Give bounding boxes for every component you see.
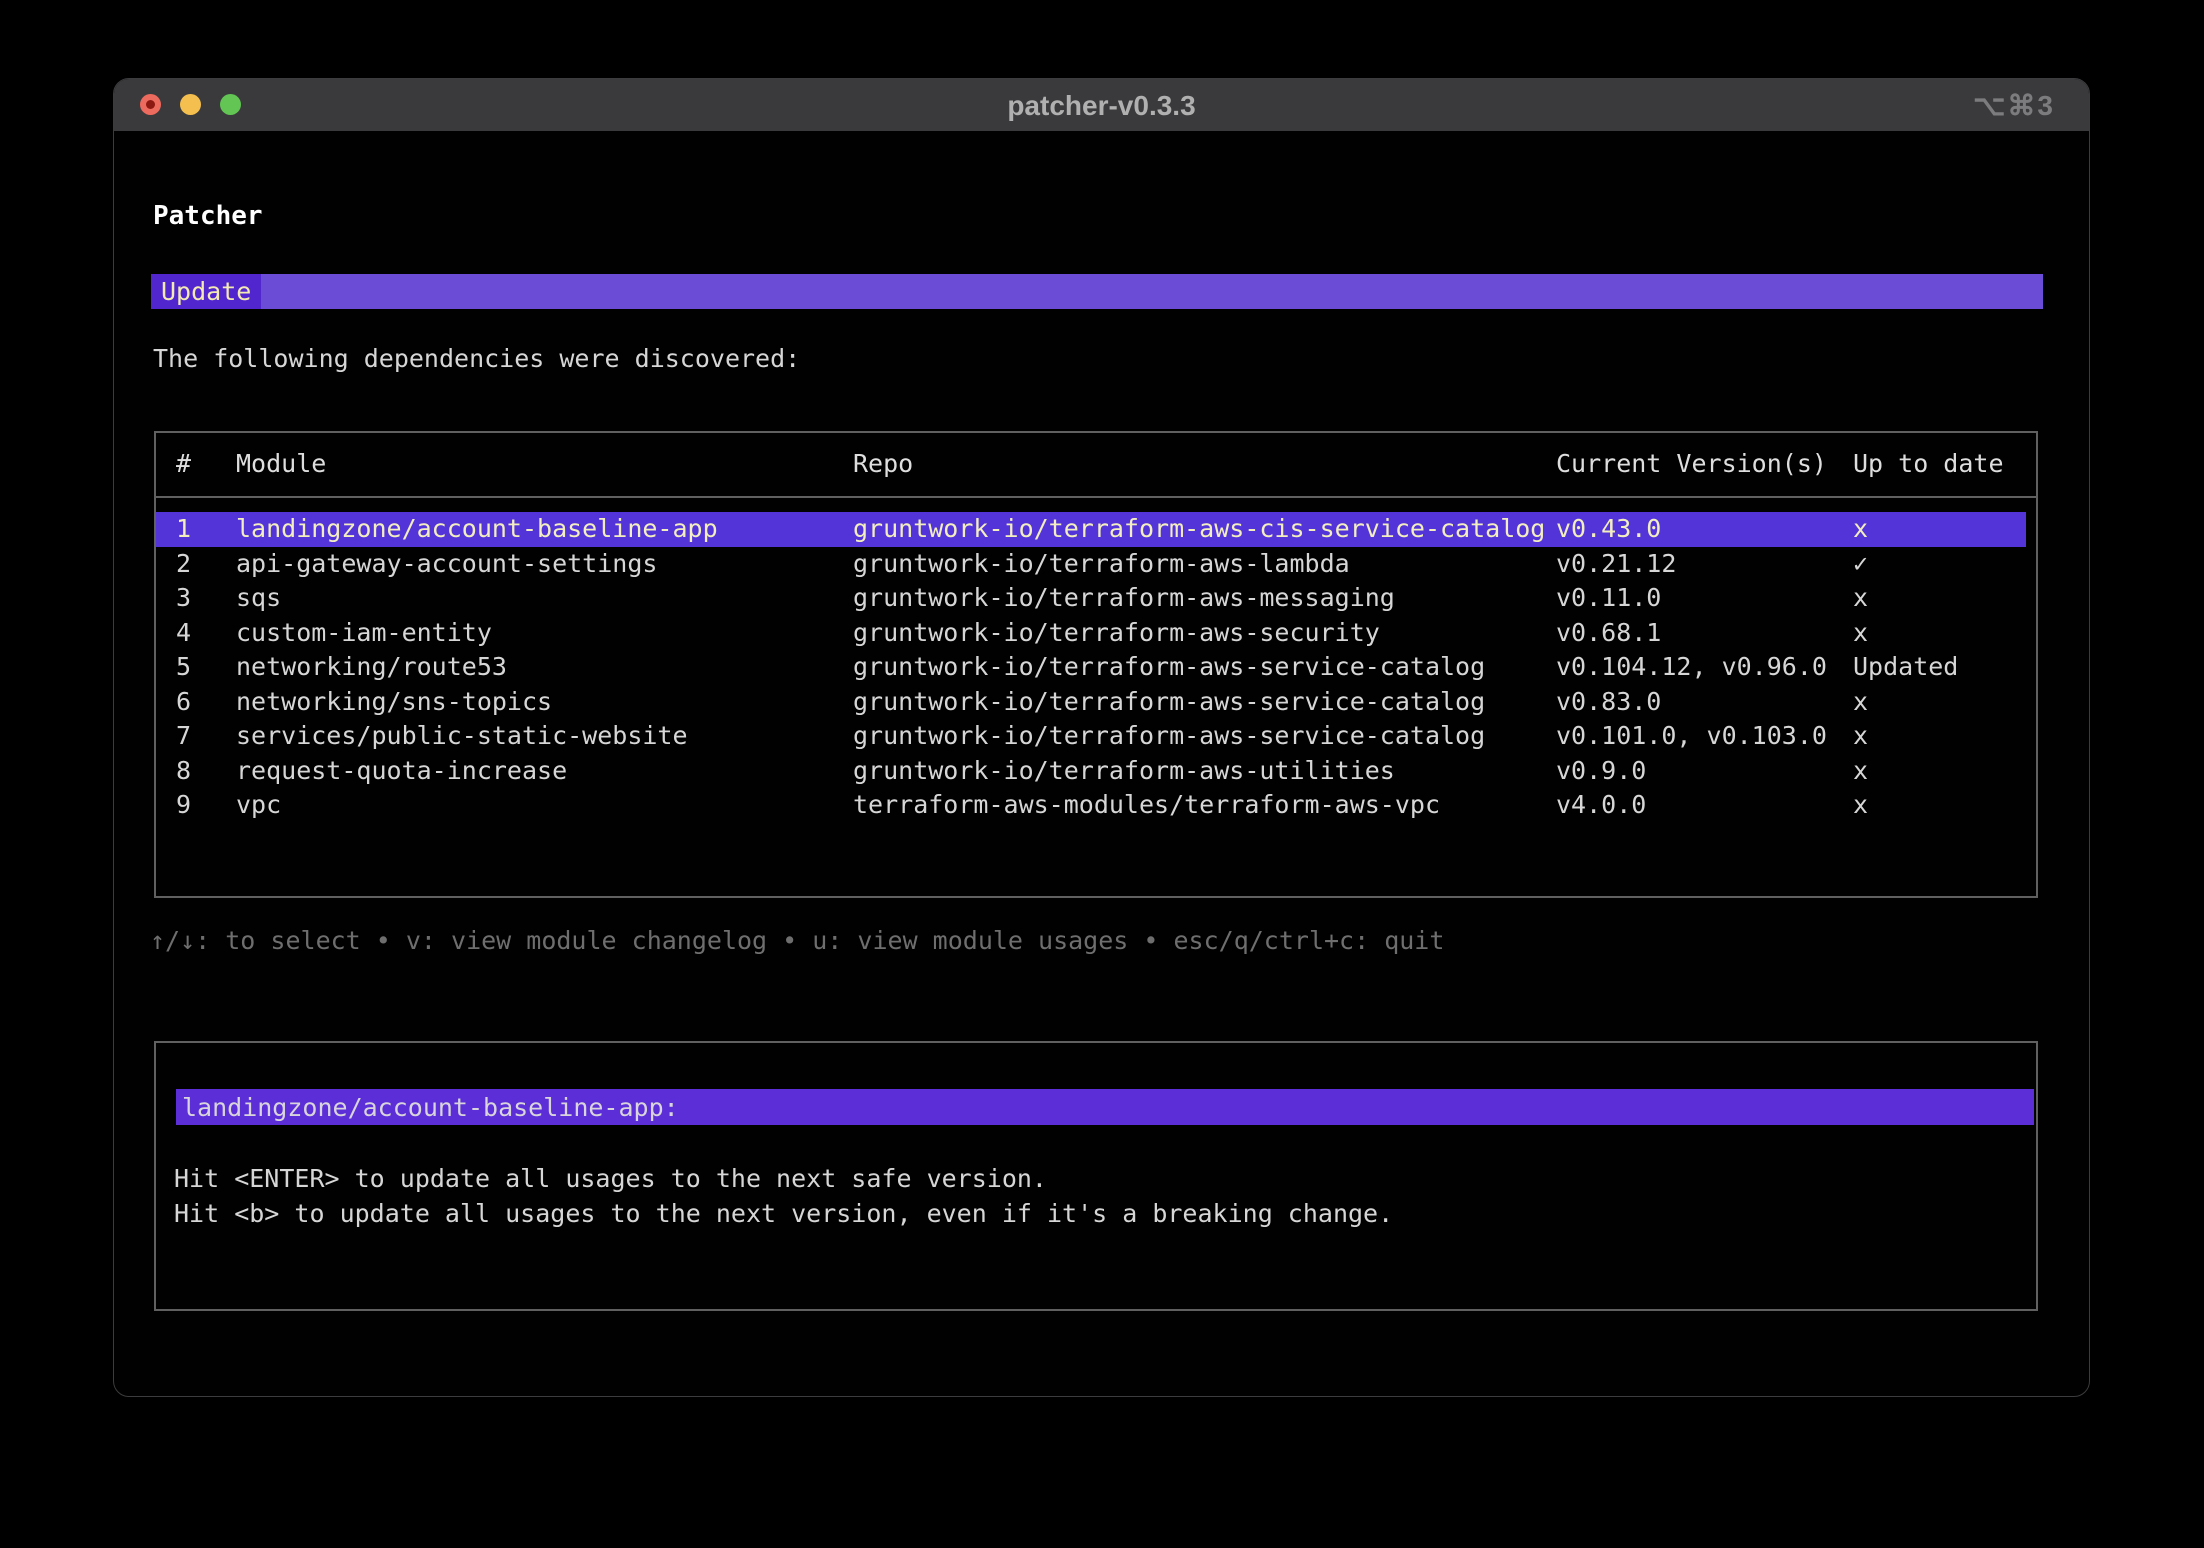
status-cell: Updated xyxy=(1853,650,1958,685)
repo-cell: terraform-aws-modules/terraform-aws-vpc xyxy=(853,788,1440,823)
enter-hint-text: Hit <ENTER> to update all usages to the … xyxy=(174,1161,1047,1196)
module-cell: custom-iam-entity xyxy=(236,616,492,651)
row-number-cell: 7 xyxy=(176,719,191,754)
repo-cell: gruntwork-io/terraform-aws-service-catal… xyxy=(853,719,1485,754)
status-cell: x xyxy=(1853,616,1868,651)
versions-cell: v0.68.1 xyxy=(1556,616,1661,651)
terminal-content: Patcher Update The following dependencie… xyxy=(114,131,2089,1396)
row-number-cell: 2 xyxy=(176,547,191,582)
repo-cell: gruntwork-io/terraform-aws-lambda xyxy=(853,547,1350,582)
module-cell: vpc xyxy=(236,788,281,823)
repo-cell: gruntwork-io/terraform-aws-service-catal… xyxy=(853,685,1485,720)
module-cell: landingzone/account-baseline-app xyxy=(236,512,718,547)
table-row[interactable]: 3 sqs gruntwork-io/terraform-aws-messaging… xyxy=(156,581,2026,616)
breaking-hint-text: Hit <b> to update all usages to the next… xyxy=(174,1196,1393,1231)
status-cell: x xyxy=(1853,581,1868,616)
row-number-cell: 9 xyxy=(176,788,191,823)
repo-cell: gruntwork-io/terraform-aws-service-catal… xyxy=(853,650,1485,685)
column-header-num: # xyxy=(176,447,191,481)
tab-update[interactable]: Update xyxy=(151,274,261,309)
versions-cell: v4.0.0 xyxy=(1556,788,1646,823)
row-number-cell: 1 xyxy=(176,512,191,547)
header-divider xyxy=(156,496,2036,498)
repo-cell: gruntwork-io/terraform-aws-cis-service-c… xyxy=(853,512,1545,547)
dependencies-table: # Module Repo Current Version(s) Up to d… xyxy=(154,431,2038,898)
table-rows: 1 landingzone/account-baseline-app gruntwo… xyxy=(156,512,2026,823)
terminal-window: patcher-v0.3.3 ⌥⌘3 Patcher Update The fo… xyxy=(113,78,2090,1397)
versions-cell: v0.9.0 xyxy=(1556,754,1646,789)
app-heading: Patcher xyxy=(153,199,263,233)
table-row[interactable]: 7 services/public-static-website gruntwork… xyxy=(156,719,2026,754)
window-title: patcher-v0.3.3 xyxy=(114,79,2089,131)
table-row[interactable]: 9 vpc terraform-aws-modules/terraform-aws-… xyxy=(156,788,2026,823)
close-button[interactable] xyxy=(140,94,161,115)
intro-text: The following dependencies were discover… xyxy=(153,342,800,376)
repo-cell: gruntwork-io/terraform-aws-security xyxy=(853,616,1380,651)
column-header-status: Up to date xyxy=(1853,447,2004,481)
status-cell: x xyxy=(1853,719,1868,754)
detail-panel: landingzone/account-baseline-app: Hit <E… xyxy=(154,1041,2038,1311)
window-titlebar[interactable]: patcher-v0.3.3 ⌥⌘3 xyxy=(114,79,2089,131)
versions-cell: v0.21.12 xyxy=(1556,547,1676,582)
column-header-versions: Current Version(s) xyxy=(1556,447,1827,481)
table-row[interactable]: 5 networking/route53 gruntwork-io/terrafor… xyxy=(156,650,2026,685)
status-cell: x xyxy=(1853,685,1868,720)
status-cell: ✓ xyxy=(1853,547,1868,582)
versions-cell: v0.11.0 xyxy=(1556,581,1661,616)
traffic-lights xyxy=(140,94,241,115)
module-cell: services/public-static-website xyxy=(236,719,688,754)
minimize-button[interactable] xyxy=(180,94,201,115)
module-cell: networking/route53 xyxy=(236,650,507,685)
module-cell: api-gateway-account-settings xyxy=(236,547,657,582)
row-number-cell: 6 xyxy=(176,685,191,720)
table-row[interactable]: 4 custom-iam-entity gruntwork-io/terraform… xyxy=(156,616,2026,651)
tab-shortcut-label: ⌥⌘3 xyxy=(1973,79,2055,131)
keybinding-help: ↑/↓: to select • v: view module changelo… xyxy=(150,924,1444,958)
row-number-cell: 4 xyxy=(176,616,191,651)
module-cell: request-quota-increase xyxy=(236,754,567,789)
zoom-button[interactable] xyxy=(220,94,241,115)
column-header-repo: Repo xyxy=(853,447,913,481)
row-number-cell: 8 xyxy=(176,754,191,789)
tab-bar: Update xyxy=(151,274,2043,309)
row-number-cell: 5 xyxy=(176,650,191,685)
versions-cell: v0.43.0 xyxy=(1556,512,1661,547)
versions-cell: v0.104.12, v0.96.0 xyxy=(1556,650,1827,685)
table-row[interactable]: 6 networking/sns-topics gruntwork-io/terra… xyxy=(156,685,2026,720)
repo-cell: gruntwork-io/terraform-aws-messaging xyxy=(853,581,1395,616)
versions-cell: v0.101.0, v0.103.0 xyxy=(1556,719,1827,754)
module-cell: networking/sns-topics xyxy=(236,685,552,720)
module-cell: sqs xyxy=(236,581,281,616)
table-row[interactable]: 2 api-gateway-account-settings gruntwork-i… xyxy=(156,547,2026,582)
column-header-module: Module xyxy=(236,447,326,481)
selected-module-banner: landingzone/account-baseline-app: xyxy=(176,1089,2034,1125)
versions-cell: v0.83.0 xyxy=(1556,685,1661,720)
status-cell: x xyxy=(1853,754,1868,789)
status-cell: x xyxy=(1853,788,1868,823)
status-cell: x xyxy=(1853,512,1868,547)
row-number-cell: 3 xyxy=(176,581,191,616)
table-row[interactable]: 1 landingzone/account-baseline-app gruntwo… xyxy=(156,512,2026,547)
repo-cell: gruntwork-io/terraform-aws-utilities xyxy=(853,754,1395,789)
table-row[interactable]: 8 request-quota-increase gruntwork-io/terr… xyxy=(156,754,2026,789)
